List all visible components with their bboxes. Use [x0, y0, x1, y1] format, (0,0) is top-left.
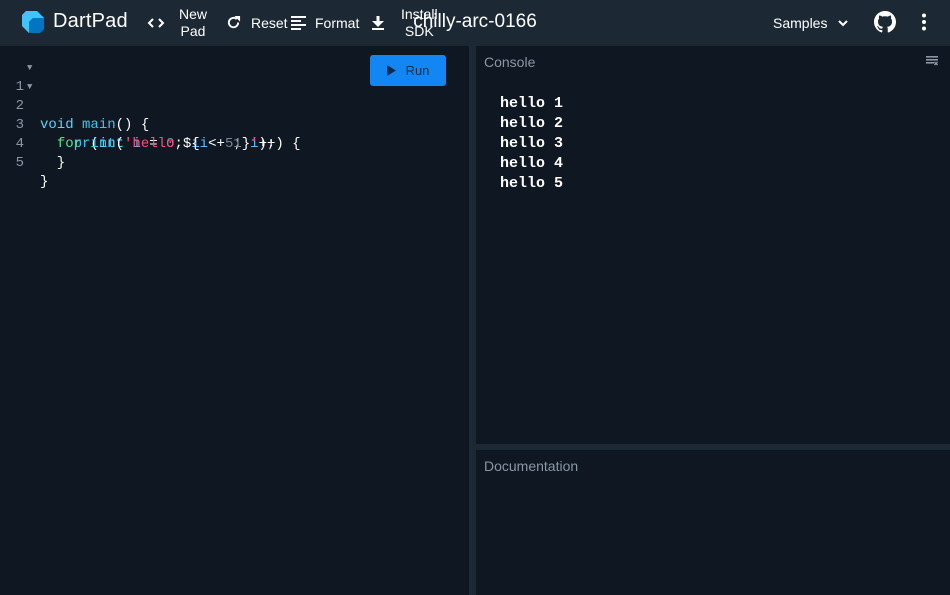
samples-dropdown[interactable]: Samples [773, 0, 849, 45]
code-line[interactable]: 1 ▼ void main() { [0, 59, 150, 133]
download-icon [372, 15, 384, 30]
app-brand[interactable]: DartPad [53, 10, 128, 33]
code-line-text: void main() { [40, 117, 150, 133]
console-panel: Console hello 1 hello 2 hello 3 hello 4 … [476, 46, 950, 444]
new-pad-button[interactable]: New Pad [147, 0, 207, 45]
code-line-text: } [40, 174, 49, 190]
reset-button[interactable]: Reset [226, 0, 288, 45]
github-icon[interactable] [874, 11, 896, 33]
code-line[interactable]: 4 } [0, 116, 66, 171]
clear-console-icon[interactable] [926, 56, 938, 66]
code-lines[interactable]: 1 ▼ void main() { 2 ▼ for (int i = 0; i … [0, 59, 301, 190]
fold-toggle-icon[interactable]: ▼ [27, 59, 32, 78]
format-label: Format [315, 14, 360, 31]
reset-label: Reset [251, 14, 288, 31]
code-line[interactable]: 2 ▼ for (int i = 0; i < 5; i++) { [0, 78, 301, 152]
format-button[interactable]: Format [291, 0, 359, 45]
line-number: 5 [15, 155, 24, 171]
console-output-line: hello 4 [500, 155, 564, 172]
documentation-panel: Documentation [476, 450, 950, 595]
samples-label: Samples [773, 14, 828, 31]
chevron-down-icon [838, 19, 849, 26]
pad-title[interactable]: chilly-arc-0166 [413, 11, 537, 32]
new-pad-label: New Pad [179, 6, 207, 40]
console-output-line: hello 5 [500, 175, 564, 192]
code-line-text: print('hello ${i + 1}'); [73, 136, 276, 152]
new-pad-label-line1: New [179, 5, 208, 22]
console-output-line: hello 1 [500, 95, 564, 112]
code-line[interactable]: 5 } [0, 135, 50, 190]
fold-toggle-icon[interactable]: ▼ [27, 78, 32, 97]
format-lines-icon [291, 15, 306, 30]
code-line[interactable]: 3 print('hello ${i + 1}'); [0, 97, 276, 152]
vertical-splitter[interactable] [469, 46, 476, 595]
dart-logo-icon[interactable] [20, 9, 46, 35]
console-output-line: hello 3 [500, 135, 564, 152]
new-pad-label-line2: Pad [180, 22, 206, 39]
run-label: Run [405, 63, 430, 78]
console-title: Console [484, 54, 536, 70]
refresh-icon [227, 15, 241, 29]
code-brackets-icon [147, 17, 165, 28]
more-vert-icon[interactable] [921, 13, 927, 31]
documentation-title: Documentation [484, 458, 579, 474]
console-output-line: hello 2 [500, 115, 564, 132]
run-button[interactable]: Run [370, 55, 446, 86]
code-editor[interactable]: 1 ▼ void main() { 2 ▼ for (int i = 0; i … [0, 46, 469, 595]
console-output: hello 1 hello 2 hello 3 hello 4 hello 5 [500, 94, 563, 194]
top-bar: DartPad New Pad Reset Format Install SDK… [0, 0, 950, 45]
play-icon [386, 65, 396, 76]
